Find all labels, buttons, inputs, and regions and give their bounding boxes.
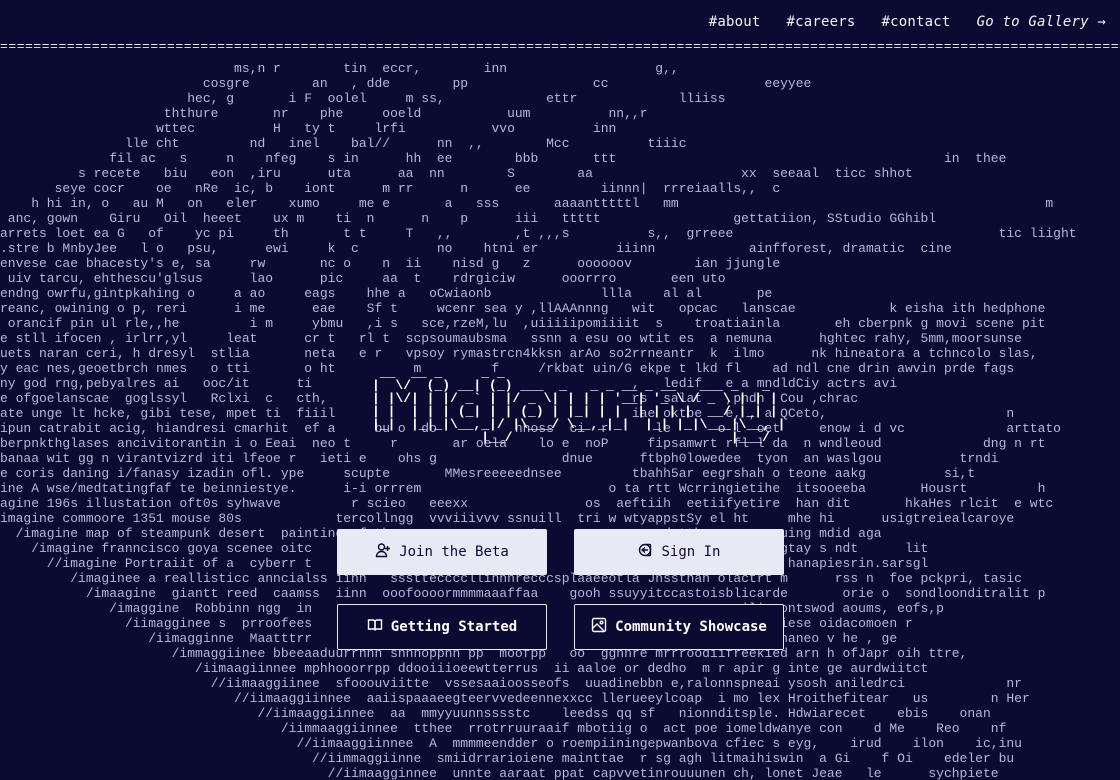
background-text-row: imagine commoore 1351 mouse 80s tercolln… <box>0 511 1015 526</box>
background-text-row: h hi in, o au M on eler xumo me e a sss … <box>0 196 1054 211</box>
background-text-row: //imagine Portraiit of a cyberr t itg og… <box>46 556 929 571</box>
background-text-row: /iimaagiinnee mphhooorrpp ddooiiioeewtte… <box>0 661 929 676</box>
background-text-row: /iimmaaggiinnee tthee rrotrruuraaif mbot… <box>0 721 1007 736</box>
background-text-row: /iimagginee s prroofees ttr , p tn iruic… <box>124 616 913 631</box>
background-text-row: /immaggiinee bbeeaaduurrnnn snnnoppnn pp… <box>0 646 968 661</box>
midjourney-ascii-logo: __ __ _ _ _ | \/ (_) __| (_) ___ _ _ _ _… <box>372 365 786 445</box>
divider-rule: ========================================… <box>0 40 1120 54</box>
background-text-row: fil ac s n nfeg s in hh ee bbb ttt in th… <box>0 151 1007 166</box>
background-text-row: /imagine map of steampunk desert paintin… <box>15 526 882 541</box>
background-text-row: //iimaagginnee unnte aaraat ppat capvvet… <box>0 766 999 780</box>
background-text-row: ine A wse/medtatingfaf te beinniestye. i… <box>0 481 1046 496</box>
join-beta-label: Join the Beta <box>399 544 509 560</box>
background-text-row: /imaggine Robbinn ngg in cc a pr e ilins… <box>109 601 944 616</box>
background-text-row: e stll ifocen , irlrr,yl leat cr t rl t … <box>0 331 1022 346</box>
background-text-row: uets naran ceri, h dresyl stlia neta e r… <box>0 346 1038 361</box>
community-showcase-button[interactable]: Community Showcase <box>574 604 784 650</box>
background-text-row: //iimaaggiinee sfooouviitte vssesaaiooss… <box>0 676 1022 691</box>
background-text-row: //iimaaggiinnee A mmmmeendder o roempiin… <box>0 736 1022 751</box>
background-text-row: uiv tarcu, ehthescu'glsus lao pic aa t r… <box>0 271 726 286</box>
background-text-row: lle cht nd inel bal// nn ,, Mcc tiiic <box>0 136 687 151</box>
background-text-row: /imagine franncisco goya scenee oitc J a… <box>31 541 929 556</box>
background-text-row: .stre b MnbyJee l o psu, ewi k c no htni… <box>0 241 952 256</box>
sign-in-label: Sign In <box>661 544 721 560</box>
join-beta-button[interactable]: Join the Beta <box>337 529 547 575</box>
getting-started-button[interactable]: Getting Started <box>337 604 547 650</box>
background-text-row: arrets loet ea G of yc pi th t t T ,, ,t… <box>0 226 1077 241</box>
background-text-row: //iimaaggiinnee aa mmyyuunnsssstc leedss… <box>0 706 991 721</box>
background-text-row: /imaagine giantt reed caamss iinn ooofoo… <box>0 586 1046 601</box>
background-text-row: seye cocr oe nRe ic, b iont m rr n ee ii… <box>0 181 781 196</box>
background-text-row: wttec H ty t lrfi vvo inn <box>0 121 617 136</box>
background-text-row: cosgre an , dde pp cc eeyyee <box>0 76 812 91</box>
image-icon <box>591 617 607 637</box>
nav-link-contact[interactable]: #contact <box>882 14 951 30</box>
background-text-row: reanc, owining o p, reri i me eae Sf t w… <box>0 301 1046 316</box>
background-text-row: hec, g i F oolel m ss, ettr lliiss <box>0 91 726 106</box>
background-text-row: agine 196s illustation oft0s syhwave r s… <box>0 496 1054 511</box>
background-text-row: envese cae bhacesty's e, sa rw nc o n ii… <box>0 256 781 271</box>
nav-link-about[interactable]: #about <box>709 14 761 30</box>
getting-started-label: Getting Started <box>390 619 518 635</box>
book-open-icon <box>367 617 383 637</box>
background-text-row: ththure nr phe ooeld uum nn,,r <box>0 106 648 121</box>
sign-in-icon <box>637 542 653 562</box>
community-showcase-label: Community Showcase <box>615 619 767 635</box>
background-text-row: s recete biu eon ,iru uta aa nn S aa xx … <box>0 166 913 181</box>
background-text-row: endng owrfu,gintpkahing o a ao eags hhe … <box>0 286 773 301</box>
user-plus-icon <box>375 542 391 562</box>
background-text-row: ms,n r tin eccr, inn g,, <box>0 61 679 76</box>
background-text-row: orancif pin ul rle,,he i m ybmu ,i s sce… <box>0 316 1046 331</box>
background-text-row: anc, gown Giru Oil heeet ux m ti n n p i… <box>0 211 937 226</box>
nav-link-careers[interactable]: #careers <box>787 14 856 30</box>
background-text-row: e coris daning i/fanasy izadin ofl. ype … <box>0 466 976 481</box>
background-text-row: /imaginee a reallisticc anncialss iinn s… <box>0 571 1022 586</box>
background-text-row: /iimagginne Maatttrr ddd l, wi byenhe an… <box>148 631 898 646</box>
background-text-row: //iimaaggiinnee aaiispaaaeegteervvedeenn… <box>0 691 1030 706</box>
go-to-gallery-link[interactable]: Go to Gallery → <box>977 14 1106 30</box>
background-text-row: //iimmaggiinne smiidrrarioiene mainttae … <box>0 751 1015 766</box>
top-nav: #about #careers #contact Go to Gallery → <box>0 0 1120 44</box>
sign-in-button[interactable]: Sign In <box>574 529 784 575</box>
background-text-row: banaa wit gg n virantvizrd iti lfeoe r i… <box>0 451 999 466</box>
